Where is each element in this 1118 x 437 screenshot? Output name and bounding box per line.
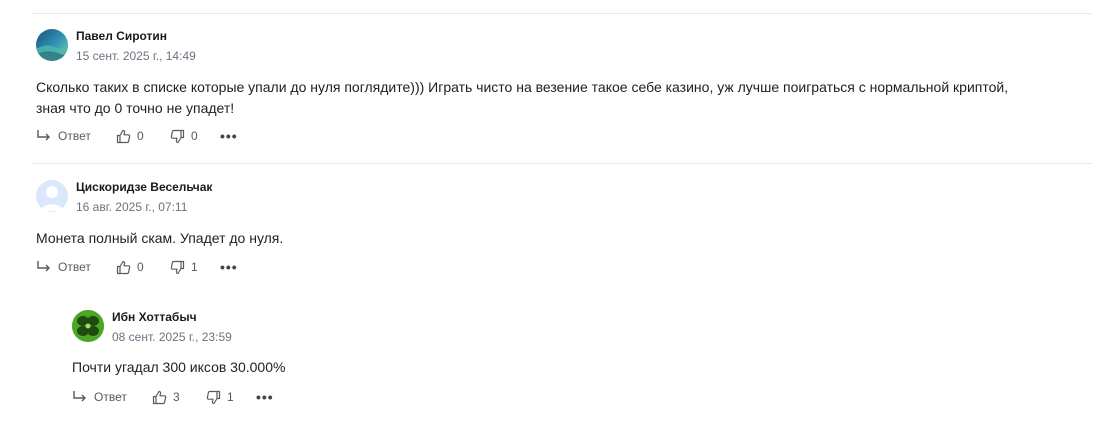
- dislike-button[interactable]: 1: [206, 390, 256, 405]
- divider: [32, 163, 1092, 164]
- comment-author[interactable]: Павел Сиротин: [76, 29, 167, 43]
- dislike-count: 1: [191, 260, 198, 274]
- reply-label: Ответ: [58, 260, 91, 274]
- reply-button[interactable]: Ответ: [36, 260, 116, 274]
- like-button[interactable]: 3: [152, 390, 206, 405]
- thumbs-down-icon: [170, 129, 185, 144]
- reply-label: Ответ: [94, 390, 127, 404]
- comment-author[interactable]: Ибн Хоттабыч: [112, 310, 197, 324]
- more-dots-icon[interactable]: •••: [256, 390, 274, 404]
- like-button[interactable]: 0: [116, 129, 170, 144]
- avatar[interactable]: [72, 310, 104, 342]
- comment-text: Монета полный скам. Упадет до нуля.: [36, 230, 284, 246]
- dislike-count: 1: [227, 390, 234, 404]
- reply-button[interactable]: Ответ: [36, 129, 116, 143]
- comment-text: Сколько таких в списке которые упали до …: [36, 79, 1009, 95]
- avatar[interactable]: [36, 180, 68, 212]
- thumbs-up-icon: [116, 260, 131, 275]
- like-count: 0: [137, 129, 144, 143]
- comment-actions: Ответ 3 1 •••: [72, 387, 274, 407]
- comment-date: 16 авг. 2025 г., 07:11: [76, 200, 188, 214]
- comment-text: Почти угадал 300 иксов 30.000%: [72, 359, 286, 375]
- thumbs-down-icon: [206, 390, 221, 405]
- dislike-count: 0: [191, 129, 198, 143]
- more-dots-icon[interactable]: •••: [220, 260, 238, 274]
- more-dots-icon[interactable]: •••: [220, 129, 238, 143]
- divider: [32, 13, 1092, 14]
- reply-arrow-icon: [36, 129, 51, 143]
- reply-label: Ответ: [58, 129, 91, 143]
- thumbs-up-icon: [116, 129, 131, 144]
- comment-actions: Ответ 0 1 •••: [36, 257, 238, 277]
- comment-author[interactable]: Цискоридзе Весельчак: [76, 180, 212, 194]
- avatar[interactable]: [36, 29, 68, 61]
- like-button[interactable]: 0: [116, 260, 170, 275]
- thumbs-down-icon: [170, 260, 185, 275]
- reply-arrow-icon: [72, 390, 87, 404]
- comment-actions: Ответ 0 0 •••: [36, 126, 238, 146]
- comment-date: 15 сент. 2025 г., 14:49: [76, 49, 196, 63]
- like-count: 3: [173, 390, 180, 404]
- comment-date: 08 сент. 2025 г., 23:59: [112, 330, 232, 344]
- reply-arrow-icon: [36, 260, 51, 274]
- thumbs-up-icon: [152, 390, 167, 405]
- reply-button[interactable]: Ответ: [72, 390, 152, 404]
- like-count: 0: [137, 260, 144, 274]
- comment-text: зная что до 0 точно не упадет!: [36, 100, 235, 116]
- dislike-button[interactable]: 0: [170, 129, 220, 144]
- dislike-button[interactable]: 1: [170, 260, 220, 275]
